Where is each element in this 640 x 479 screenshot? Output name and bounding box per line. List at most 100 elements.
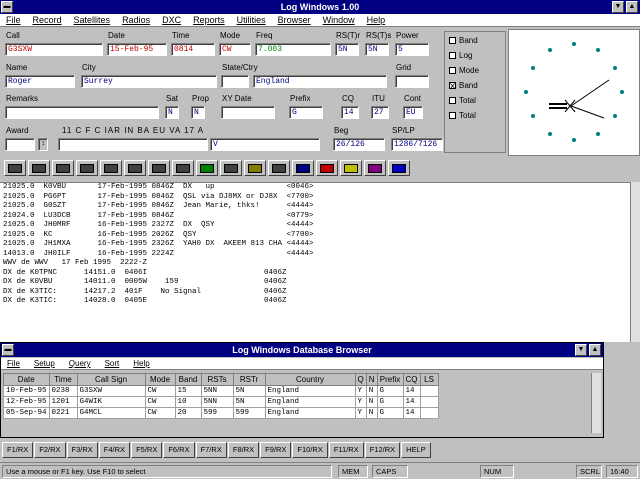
db-menu-query[interactable]: Query bbox=[69, 358, 91, 369]
toolbar-radio-icon[interactable] bbox=[172, 160, 194, 176]
table-row[interactable]: 12-Feb-95 1201 G4WIK CW 10 5NN 5N England Y N G 14 bbox=[3, 396, 439, 408]
col-rstr[interactable]: RSTr bbox=[232, 373, 266, 386]
toolbar-help-icon[interactable] bbox=[388, 160, 410, 176]
toolbar-spot-icon[interactable] bbox=[268, 160, 290, 176]
checkbox-icon[interactable] bbox=[449, 67, 456, 75]
db-menu-file[interactable]: File bbox=[7, 358, 20, 369]
db-maximize-button[interactable]: ▲ bbox=[589, 344, 601, 356]
bearing-map[interactable] bbox=[508, 29, 640, 156]
col-mode[interactable]: Mode bbox=[144, 373, 176, 386]
fkey-button[interactable]: F6/RX bbox=[163, 442, 195, 458]
checkbox-icon[interactable] bbox=[449, 37, 456, 45]
award-status-field[interactable]: V bbox=[210, 138, 320, 151]
help-button[interactable]: HELP bbox=[401, 442, 431, 458]
xydate-field[interactable] bbox=[221, 106, 275, 119]
checkbox-icon[interactable] bbox=[449, 97, 456, 105]
menu-radios[interactable]: Radios bbox=[122, 14, 150, 26]
menu-record[interactable]: Record bbox=[33, 14, 62, 26]
toolbar-logbook-icon[interactable] bbox=[124, 160, 146, 176]
toolbar-list-icon[interactable] bbox=[220, 160, 242, 176]
menu-reports[interactable]: Reports bbox=[193, 14, 225, 26]
toolbar-edit-icon[interactable] bbox=[76, 160, 98, 176]
menu-dxc[interactable]: DXC bbox=[162, 14, 181, 26]
fkey-button[interactable]: F2/RX bbox=[34, 442, 66, 458]
rstr-field[interactable]: 5N bbox=[335, 43, 359, 56]
toolbar-dxc-icon[interactable] bbox=[292, 160, 314, 176]
toolbar-report-icon[interactable] bbox=[148, 160, 170, 176]
table-row[interactable]: 10-Feb-95 0238 G3SXW CW 15 5NN 5N England Y N G 14 bbox=[3, 385, 439, 397]
fkey-button[interactable]: F4/RX bbox=[98, 442, 131, 458]
award-spin-icon[interactable]: ↕ bbox=[38, 138, 48, 151]
menu-window[interactable]: Window bbox=[323, 14, 355, 26]
band-checked-option[interactable]: Band bbox=[449, 81, 478, 90]
menu-utilities[interactable]: Utilities bbox=[237, 14, 266, 26]
country-field[interactable]: England bbox=[253, 75, 387, 88]
fkey-button[interactable]: F5/RX bbox=[131, 442, 163, 458]
toolbar-stats-icon[interactable] bbox=[316, 160, 338, 176]
menu-browser[interactable]: Browser bbox=[278, 14, 311, 26]
city-field[interactable]: Surrey bbox=[81, 75, 217, 88]
power-field[interactable]: 5 bbox=[395, 43, 429, 56]
toolbar-chart-icon[interactable] bbox=[196, 160, 218, 176]
beg-field[interactable]: 26/126 bbox=[333, 138, 385, 151]
menu-file[interactable]: File bbox=[6, 14, 21, 26]
sat-field[interactable]: N bbox=[165, 106, 179, 119]
fkey-button[interactable]: F9/RX bbox=[260, 442, 292, 458]
fkey-button[interactable]: F7/RX bbox=[195, 442, 227, 458]
db-scrollbar[interactable] bbox=[591, 373, 601, 433]
toolbar-print-icon[interactable] bbox=[28, 160, 50, 176]
log-scrollbar[interactable] bbox=[630, 182, 640, 342]
cont-field[interactable]: EU bbox=[403, 106, 423, 119]
toolbar-find-icon[interactable] bbox=[52, 160, 74, 176]
toolbar-save-icon[interactable] bbox=[4, 160, 26, 176]
prop-field[interactable]: N bbox=[191, 106, 205, 119]
db-menu-setup[interactable]: Setup bbox=[34, 358, 55, 369]
toolbar-world-icon[interactable] bbox=[364, 160, 386, 176]
award-field[interactable] bbox=[5, 138, 35, 151]
checkbox-icon[interactable] bbox=[449, 52, 456, 60]
log-option[interactable]: Log bbox=[449, 51, 472, 60]
col-band[interactable]: Band bbox=[174, 373, 202, 386]
grid-field[interactable] bbox=[395, 75, 429, 88]
menu-satellites[interactable]: Satellites bbox=[74, 14, 111, 26]
fkey-button[interactable]: F8/RX bbox=[227, 442, 260, 458]
col-cq[interactable]: CQ bbox=[402, 373, 421, 386]
prefix-field[interactable]: G bbox=[289, 106, 323, 119]
fkey-button[interactable]: F11/RX bbox=[328, 442, 364, 458]
system-menu-icon[interactable]: ▬ bbox=[1, 1, 13, 13]
col-date[interactable]: Date bbox=[3, 373, 50, 386]
call-field[interactable]: G3SXW bbox=[5, 43, 103, 56]
sp-lp-field[interactable]: 1286/7126 bbox=[391, 138, 443, 151]
db-menu-sort[interactable]: Sort bbox=[105, 358, 120, 369]
table-row[interactable]: 05-Sep-94 0221 G4MCL CW 20 599 599 England Y N G 14 bbox=[3, 407, 439, 419]
mode-option[interactable]: Mode bbox=[449, 66, 479, 75]
freq-field[interactable]: 7.003 bbox=[255, 43, 331, 56]
toolbar-map-icon[interactable] bbox=[244, 160, 266, 176]
fkey-button[interactable]: F12/RX bbox=[364, 442, 401, 458]
maximize-button[interactable]: ▲ bbox=[626, 1, 638, 13]
checkbox-checked-icon[interactable] bbox=[449, 82, 456, 90]
col-time[interactable]: Time bbox=[48, 373, 78, 386]
fkey-button[interactable]: F3/RX bbox=[66, 442, 98, 458]
col-rsts[interactable]: RSTs bbox=[200, 373, 234, 386]
db-menu-help[interactable]: Help bbox=[133, 358, 149, 369]
award-value-field[interactable] bbox=[58, 138, 208, 151]
col-prefix[interactable]: Prefix bbox=[376, 373, 404, 386]
band-option[interactable]: Band bbox=[449, 36, 478, 45]
name-field[interactable]: Roger bbox=[5, 75, 75, 88]
mode-field[interactable]: CW bbox=[219, 43, 251, 56]
col-ls[interactable]: LS bbox=[419, 373, 439, 386]
fkey-button[interactable]: F1/RX bbox=[2, 442, 34, 458]
db-minimize-button[interactable]: ▼ bbox=[575, 344, 587, 356]
db-system-menu-icon[interactable]: ▬ bbox=[2, 344, 14, 356]
menu-help[interactable]: Help bbox=[367, 14, 386, 26]
date-field[interactable]: 15-Feb-95 bbox=[107, 43, 167, 56]
col-call[interactable]: Call Sign bbox=[76, 373, 146, 386]
total-option[interactable]: Total bbox=[449, 96, 476, 105]
toolbar-qsl-icon[interactable] bbox=[100, 160, 122, 176]
total-option-2[interactable]: Total bbox=[449, 111, 476, 120]
itu-field[interactable]: 27 bbox=[371, 106, 389, 119]
col-n[interactable]: N bbox=[365, 373, 378, 386]
fkey-button[interactable]: F10/RX bbox=[292, 442, 328, 458]
col-country[interactable]: Country bbox=[264, 373, 356, 386]
